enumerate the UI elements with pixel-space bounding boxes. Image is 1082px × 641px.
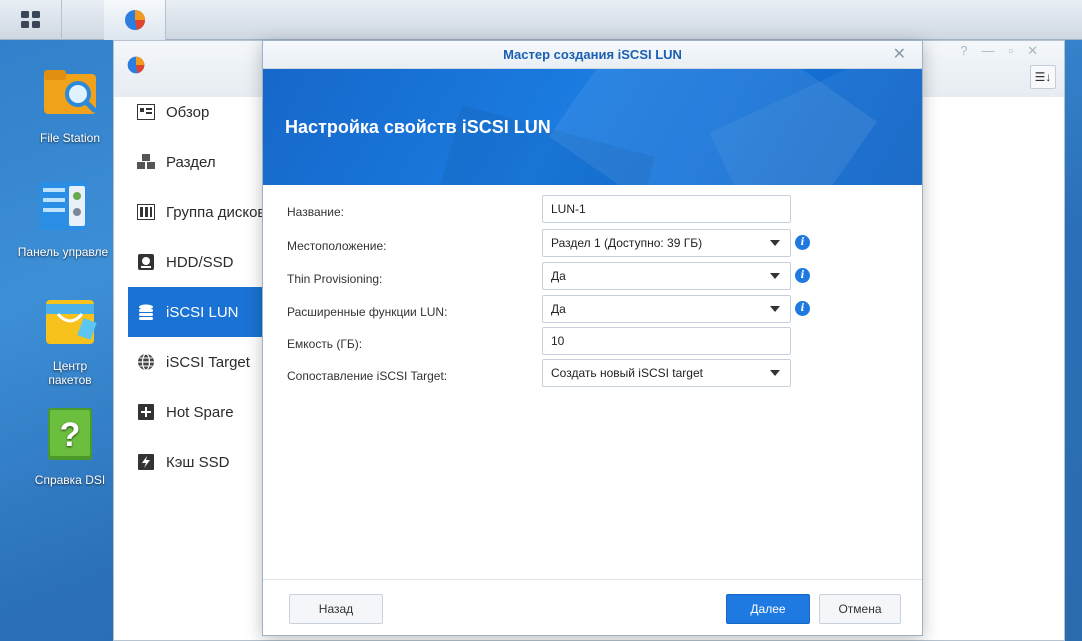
name-input[interactable]: LUN-1 (542, 195, 791, 223)
advanced-features-value: Да (551, 302, 566, 316)
disk-group-icon (136, 202, 156, 222)
help-book-icon: ? (48, 408, 92, 460)
taskbar (0, 0, 1082, 40)
form-row-target-mapping: Сопоставление iSCSI Target: Создать новы… (263, 359, 922, 389)
svg-text:?: ? (60, 416, 81, 454)
sidebar-item-label: HDD/SSD (166, 253, 234, 271)
chevron-down-icon (770, 306, 780, 312)
close-icon[interactable]: ✕ (1027, 43, 1052, 58)
capacity-input[interactable]: 10 (542, 327, 791, 355)
sort-icon: ☰↓ (1034, 70, 1052, 84)
sidebar-nav: Обзор Раздел Группа дисков HDD/SSD iSCSI… (128, 87, 268, 487)
sidebar-item-hot-spare[interactable]: Hot Spare (128, 387, 268, 437)
form-row-capacity: Емкость (ГБ): 10 (263, 327, 922, 357)
sidebar-item-iscsi-lun[interactable]: iSCSI LUN (128, 287, 268, 337)
maximize-icon[interactable]: ▫ (1008, 43, 1027, 58)
thin-provisioning-label: Thin Provisioning: (287, 272, 383, 286)
desktop-icon-label: File Station (39, 131, 101, 145)
sidebar-item-label: iSCSI LUN (166, 303, 239, 321)
wizard-banner: Настройка свойств iSCSI LUN (263, 69, 922, 185)
folder-search-icon (44, 70, 97, 114)
desktop-icon-label: Центр пакетов (48, 359, 92, 387)
target-mapping-select[interactable]: Создать новый iSCSI target (542, 359, 791, 387)
name-label: Название: (287, 205, 344, 219)
location-label: Местоположение: (287, 239, 387, 253)
storage-manager-icon (127, 56, 145, 74)
minimize-icon[interactable]: — (981, 43, 1008, 58)
sidebar-item-volume[interactable]: Раздел (128, 137, 268, 187)
desktop-icon-control-panel[interactable]: Панель управле (8, 176, 118, 259)
form-row-name: Название: LUN-1 (263, 195, 922, 225)
window-controls: ?—▫✕ (960, 43, 1052, 59)
sidebar-item-label: iSCSI Target (166, 353, 250, 371)
sidebar-item-disk-group[interactable]: Группа дисков (128, 187, 268, 237)
globe-target-icon (136, 352, 156, 372)
info-icon[interactable]: i (795, 268, 810, 283)
grid-menu-icon (20, 11, 40, 28)
main-menu-button[interactable] (0, 0, 62, 40)
sidebar-item-iscsi-target[interactable]: iSCSI Target (128, 337, 268, 387)
sidebar-item-label: Раздел (166, 153, 216, 171)
target-mapping-value: Создать новый iSCSI target (551, 366, 703, 380)
storage-manager-icon (124, 10, 145, 30)
wizard-title: Мастер создания iSCSI LUN (503, 47, 682, 62)
form-row-advanced-features: Расширенные функции LUN: Да i (263, 295, 922, 325)
sidebar-item-label: Обзор (166, 103, 210, 121)
package-center-icon (46, 300, 97, 344)
location-value: Раздел 1 (Доступно: 39 ГБ) (551, 236, 703, 250)
sidebar-item-hdd-ssd[interactable]: HDD/SSD (128, 237, 268, 287)
chevron-down-icon (770, 370, 780, 376)
wizard-footer: Назад Далее Отмена (263, 579, 922, 635)
sidebar-item-label: Hot Spare (166, 403, 234, 421)
sort-button[interactable]: ☰↓ (1030, 65, 1056, 89)
sidebar-item-overview[interactable]: Обзор (128, 87, 268, 137)
sidebar-item-label: Кэш SSD (166, 453, 230, 471)
desktop-icon-help[interactable]: ? Справка DSI (20, 404, 120, 487)
thin-provisioning-select[interactable]: Да (542, 262, 791, 290)
chevron-down-icon (770, 240, 780, 246)
desktop-icon-label: Справка DSI (34, 473, 106, 487)
form-row-thin-provisioning: Thin Provisioning: Да i (263, 262, 922, 292)
hot-spare-icon (136, 402, 156, 422)
wizard-titlebar: Мастер создания iSCSI LUN ✕ (263, 41, 922, 69)
target-mapping-label: Сопоставление iSCSI Target: (287, 369, 448, 383)
close-icon[interactable]: ✕ (893, 41, 906, 69)
volume-cubes-icon (136, 152, 156, 172)
wizard-heading: Настройка свойств iSCSI LUN (285, 117, 551, 137)
advanced-features-label: Расширенные функции LUN: (287, 305, 448, 319)
back-button[interactable]: Назад (289, 594, 383, 624)
ssd-cache-icon (136, 452, 156, 472)
location-select[interactable]: Раздел 1 (Доступно: 39 ГБ) (542, 229, 791, 257)
chevron-down-icon (770, 273, 780, 279)
thin-provisioning-value: Да (551, 269, 566, 283)
control-panel-icon (39, 182, 87, 230)
lun-stack-icon (136, 302, 156, 322)
help-icon[interactable]: ? (960, 43, 981, 58)
storage-manager-taskbar-button[interactable] (104, 0, 166, 40)
create-lun-wizard: Мастер создания iSCSI LUN ✕ Настройка св… (262, 40, 923, 636)
sidebar-item-ssd-cache[interactable]: Кэш SSD (128, 437, 268, 487)
cancel-button[interactable]: Отмена (819, 594, 901, 624)
info-icon[interactable]: i (795, 301, 810, 316)
desktop-icon-label: Панель управле (17, 245, 109, 259)
desktop-icon-package-center[interactable]: Центр пакетов (20, 290, 120, 387)
hdd-icon (136, 252, 156, 272)
info-icon[interactable]: i (795, 235, 810, 250)
desktop-icon-file-station[interactable]: File Station (20, 62, 120, 145)
capacity-label: Емкость (ГБ): (287, 337, 363, 351)
form-row-location: Местоположение: Раздел 1 (Доступно: 39 Г… (263, 229, 922, 259)
sidebar-item-label: Группа дисков (166, 203, 266, 221)
overview-icon (136, 102, 156, 122)
next-button[interactable]: Далее (726, 594, 810, 624)
advanced-features-select[interactable]: Да (542, 295, 791, 323)
